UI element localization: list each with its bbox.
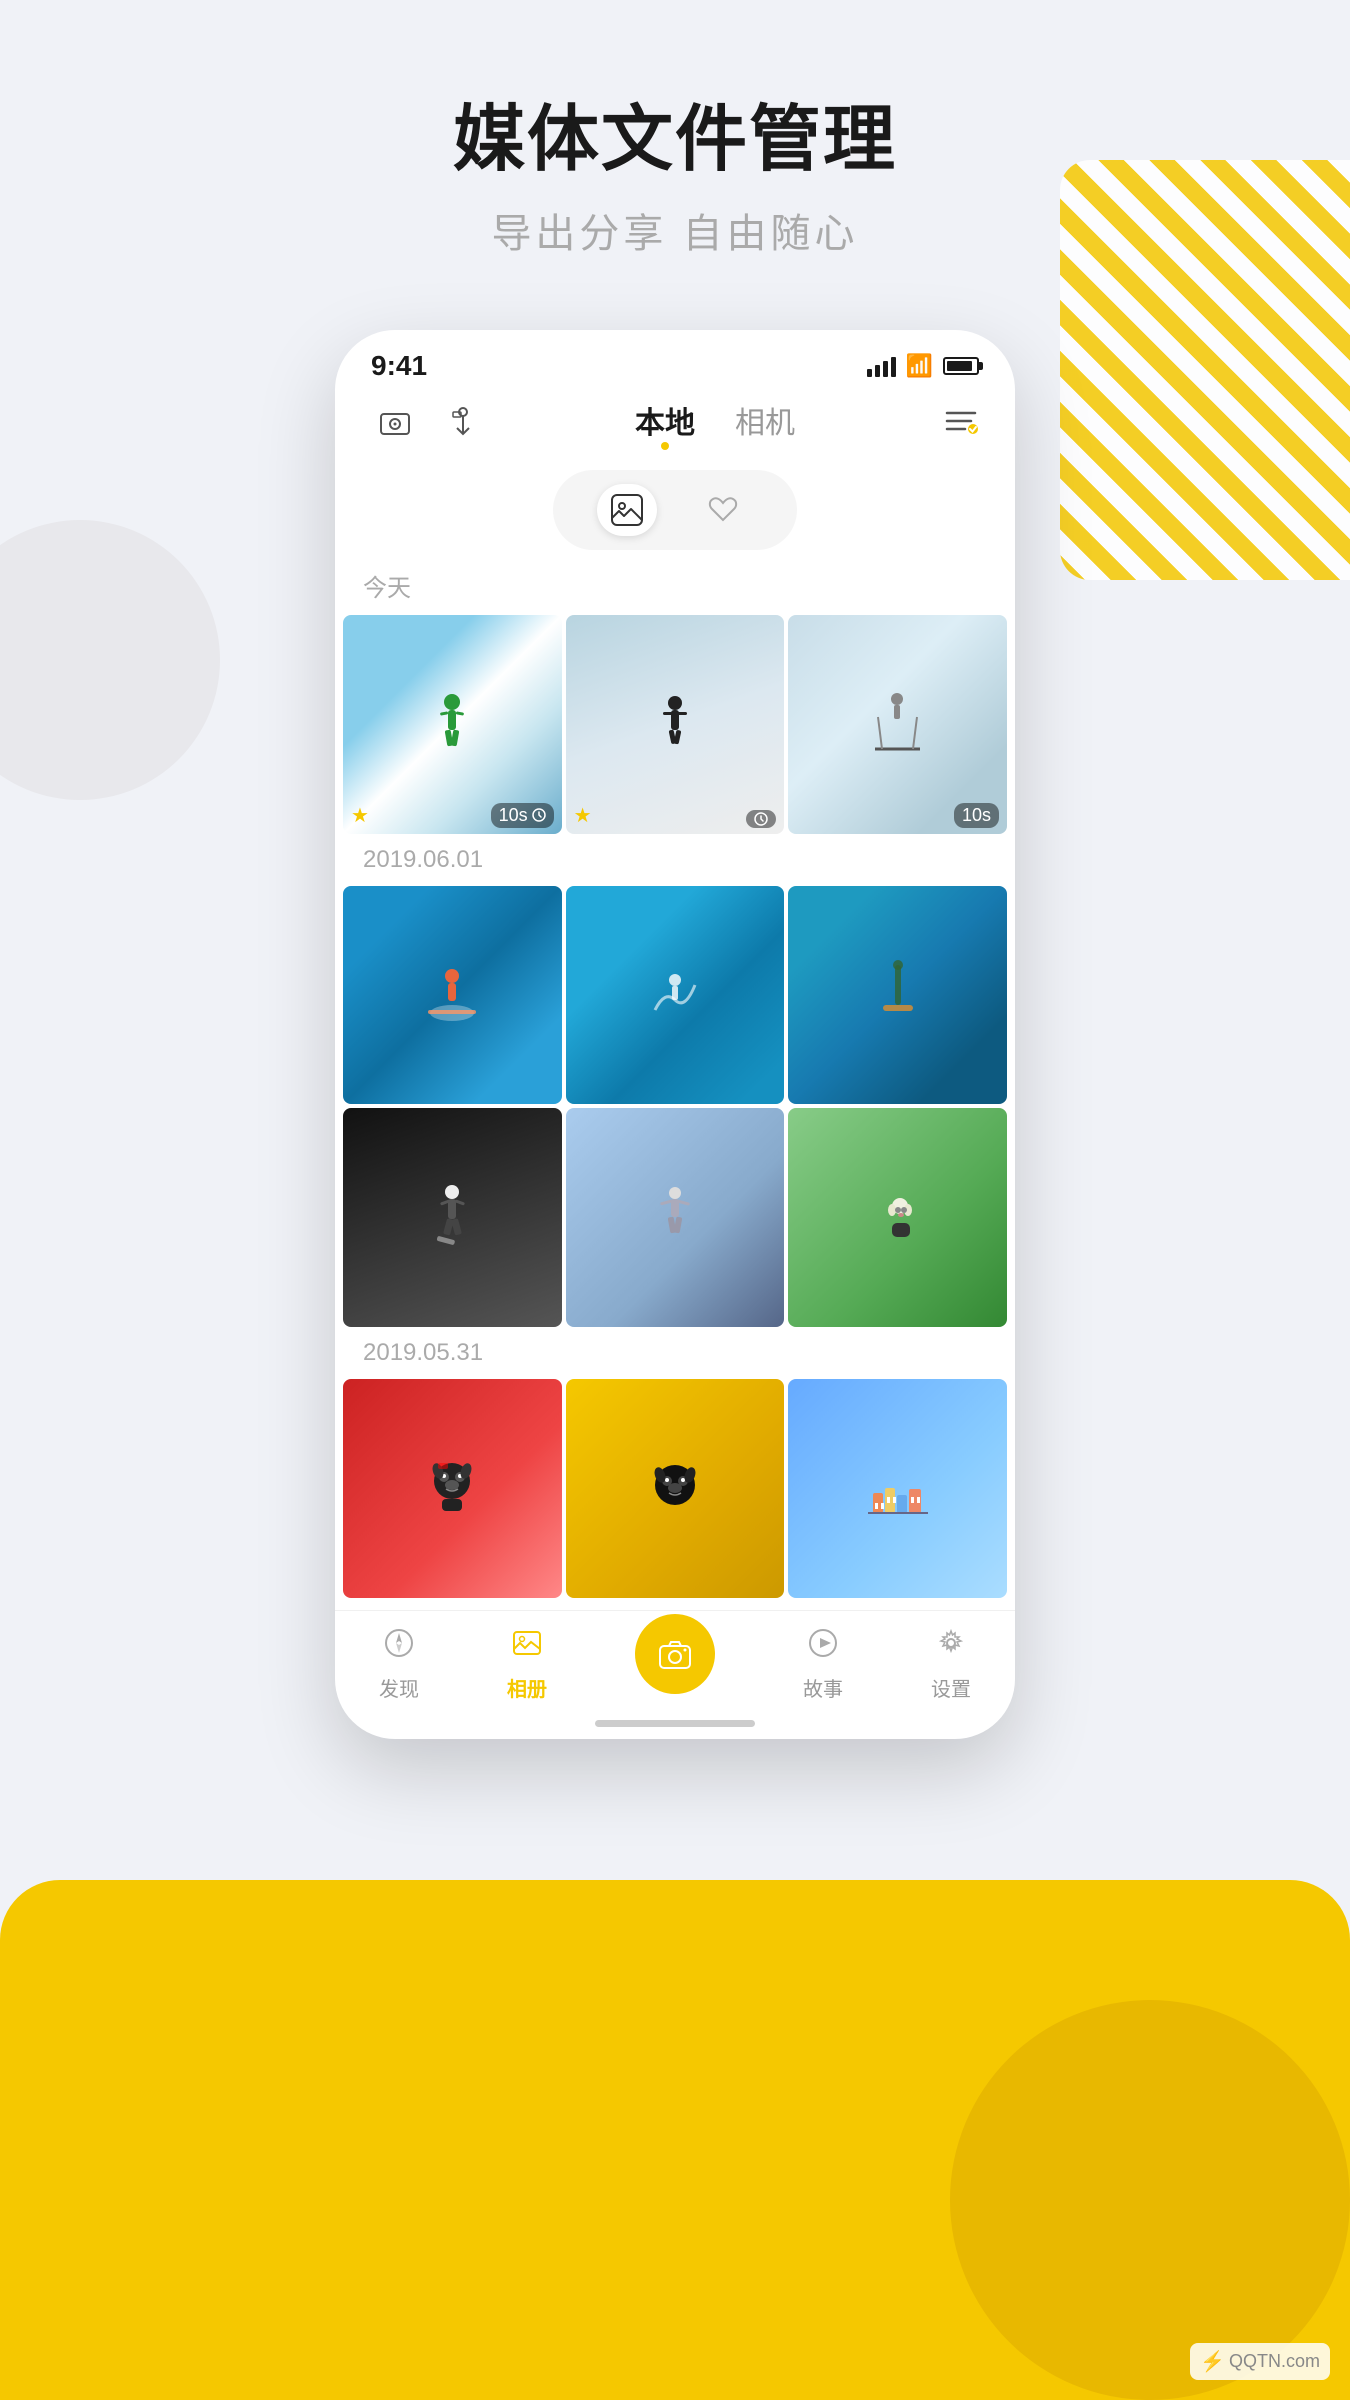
toggle-pill: [553, 470, 797, 550]
photo-grid-2019-05-31: [335, 1379, 1015, 1602]
bottom-nav: 发现 相册: [335, 1610, 1015, 1710]
photo-pug1[interactable]: [343, 1379, 562, 1598]
watermark: ⚡ QQTN.com: [1190, 2343, 1330, 2380]
signal-icon: [867, 355, 896, 377]
section-2019-05-31: 2019.05.31: [335, 1331, 1015, 1379]
toggle-photos[interactable]: [597, 484, 657, 536]
battery-icon: [943, 357, 979, 375]
photo-grid-today: ★ 10s ★: [335, 615, 1015, 838]
photo-surf3[interactable]: [788, 886, 1007, 1105]
duration-3: 10s: [954, 803, 999, 828]
nav-camera[interactable]: [635, 1634, 715, 1694]
usb-icon[interactable]: [439, 400, 487, 448]
storage-icon[interactable]: [371, 400, 419, 448]
toggle-favorites[interactable]: [693, 484, 753, 536]
section-today: 今天: [335, 560, 1015, 615]
photo-dog[interactable]: [788, 1108, 1007, 1327]
status-bar: 9:41 📶: [335, 330, 1015, 390]
play-icon: [807, 1627, 839, 1667]
nav-tabs: 本地 相机: [635, 398, 795, 450]
tab-camera[interactable]: 相机: [735, 398, 795, 450]
nav-story-label: 故事: [803, 1673, 843, 1702]
nav-settings-label: 设置: [931, 1673, 971, 1702]
duration-1: 10s: [491, 803, 554, 828]
gear-icon: [935, 1627, 967, 1667]
bg-circle-left: [0, 520, 220, 800]
status-time: 9:41: [371, 350, 427, 382]
photo-surf1[interactable]: [343, 886, 562, 1105]
nav-story[interactable]: 故事: [803, 1627, 843, 1702]
photo-snow1[interactable]: ★ 10s: [343, 615, 562, 834]
filter-icon[interactable]: [943, 406, 979, 443]
nav-discover-label: 发现: [379, 1673, 419, 1702]
toggle-section: [335, 470, 1015, 550]
wifi-icon: 📶: [906, 353, 933, 379]
home-indicator: [595, 1720, 755, 1727]
bg-yellow-circle: [950, 2000, 1350, 2400]
nav-album-label: 相册: [507, 1673, 547, 1702]
photo-pug2[interactable]: [566, 1379, 785, 1598]
nav-left-icons: [371, 400, 487, 448]
nav-discover[interactable]: 发现: [379, 1627, 419, 1702]
page-title: 媒体文件管理: [0, 80, 1350, 185]
photo-skate2[interactable]: [566, 1108, 785, 1327]
photo-skate1[interactable]: [343, 1108, 562, 1327]
image-icon: [511, 1627, 543, 1667]
page-subtitle: 导出分享 自由随心: [0, 201, 1350, 259]
status-icons: 📶: [867, 353, 979, 379]
nav-settings[interactable]: 设置: [931, 1627, 971, 1702]
phone-mockup: 9:41 📶: [335, 330, 1015, 1739]
photo-surf2[interactable]: [566, 886, 785, 1105]
photo-ski[interactable]: 10s: [788, 615, 1007, 834]
photo-grid-2019-06-01: [335, 886, 1015, 1331]
nav-bar: 本地 相机: [335, 390, 1015, 450]
phone-screen: 9:41 📶: [335, 330, 1015, 1739]
tab-local[interactable]: 本地: [635, 398, 695, 450]
star-badge-1: ★: [351, 803, 369, 828]
page-header: 媒体文件管理 导出分享 自由随心: [0, 80, 1350, 259]
photo-snow2[interactable]: ★: [566, 615, 785, 834]
camera-button[interactable]: [635, 1614, 715, 1694]
duration-2: [746, 810, 776, 828]
star-badge-2: ★: [574, 803, 592, 828]
nav-album[interactable]: 相册: [507, 1627, 547, 1702]
section-2019-06-01: 2019.06.01: [335, 838, 1015, 886]
watermark-text: QQTN.com: [1229, 2351, 1320, 2372]
compass-icon: [383, 1627, 415, 1667]
photo-town[interactable]: [788, 1379, 1007, 1598]
